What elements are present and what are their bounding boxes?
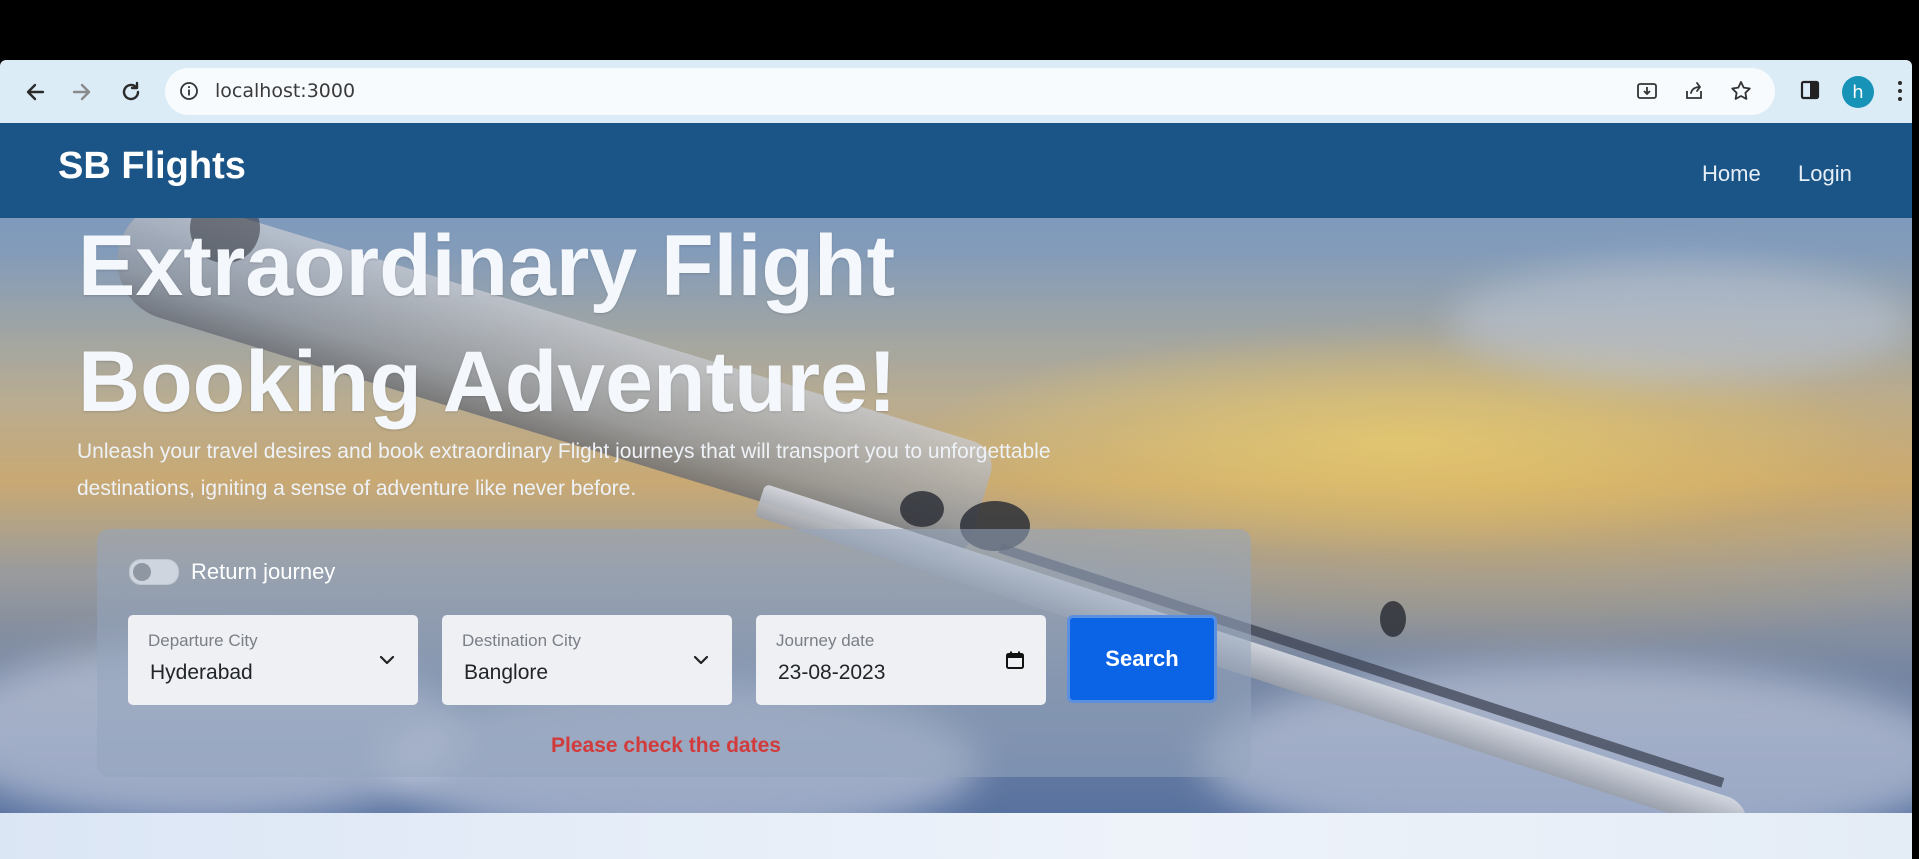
- side-panel-icon[interactable]: [1795, 75, 1825, 105]
- departure-city-value[interactable]: Hyderabad: [150, 661, 253, 685]
- hero-title-line-1: Extraordinary Flight: [78, 218, 896, 314]
- nav-link-login[interactable]: Login: [1798, 161, 1852, 187]
- back-arrow-icon[interactable]: [20, 77, 50, 107]
- destination-city-select[interactable]: Destination City Banglore: [442, 615, 732, 705]
- return-journey-toggle[interactable]: Return journey: [129, 557, 335, 587]
- departure-city-select[interactable]: Departure City Hyderabad: [128, 615, 418, 705]
- flight-search-card: Return journey Departure City Hyderabad …: [97, 529, 1251, 777]
- star-icon[interactable]: [1726, 76, 1756, 106]
- search-button[interactable]: Search: [1067, 615, 1217, 703]
- hero-subtitle: Unleash your travel desires and book ext…: [77, 433, 1277, 507]
- journey-date-input[interactable]: Journey date 23-08-2023: [756, 615, 1046, 705]
- hero-title: Extraordinary Flight Booking Adventure!: [78, 208, 1078, 440]
- destination-city-label: Destination City: [462, 631, 582, 650]
- destination-city-value[interactable]: Banglore: [464, 661, 548, 685]
- journey-date-value[interactable]: 23-08-2023: [778, 661, 885, 685]
- departure-city-label: Departure City: [148, 631, 258, 650]
- install-icon[interactable]: [1632, 76, 1662, 106]
- calendar-icon[interactable]: [1004, 649, 1026, 671]
- url-text[interactable]: localhost:3000: [215, 80, 355, 102]
- browser-toolbar: localhost:3000 h: [0, 60, 1912, 123]
- reload-icon[interactable]: [116, 77, 146, 107]
- chevron-down-icon[interactable]: [376, 649, 398, 671]
- chevron-down-icon[interactable]: [690, 649, 712, 671]
- date-error-message: Please check the dates: [551, 734, 781, 757]
- toggle-knob: [133, 563, 151, 581]
- hero-subtitle-line-2: destinations, igniting a sense of advent…: [77, 477, 637, 500]
- journey-date-label: Journey date: [776, 631, 875, 650]
- return-journey-label: Return journey: [191, 559, 336, 584]
- hero-title-line-2: Booking Adventure!: [78, 334, 897, 430]
- forward-arrow-icon[interactable]: [67, 77, 97, 107]
- profile-avatar[interactable]: h: [1842, 76, 1874, 108]
- below-hero-section: [0, 813, 1912, 859]
- address-bar[interactable]: localhost:3000: [165, 68, 1775, 115]
- more-vert-icon[interactable]: [1893, 74, 1907, 108]
- nav-link-home[interactable]: Home: [1702, 161, 1761, 187]
- brand-logo[interactable]: SB Flights: [58, 145, 246, 188]
- page-viewport: Extraordinary Flight Booking Adventure! …: [0, 123, 1912, 859]
- share-icon[interactable]: [1679, 76, 1709, 106]
- toggle-switch[interactable]: [129, 559, 179, 585]
- hero-subtitle-line-1: Unleash your travel desires and book ext…: [77, 440, 1051, 463]
- screen: localhost:3000 h Extraordinary Flight Bo…: [0, 0, 1919, 859]
- info-icon[interactable]: [179, 81, 199, 101]
- hero-section: Extraordinary Flight Booking Adventure! …: [0, 123, 1912, 853]
- site-navbar: SB Flights Home Login: [0, 123, 1912, 218]
